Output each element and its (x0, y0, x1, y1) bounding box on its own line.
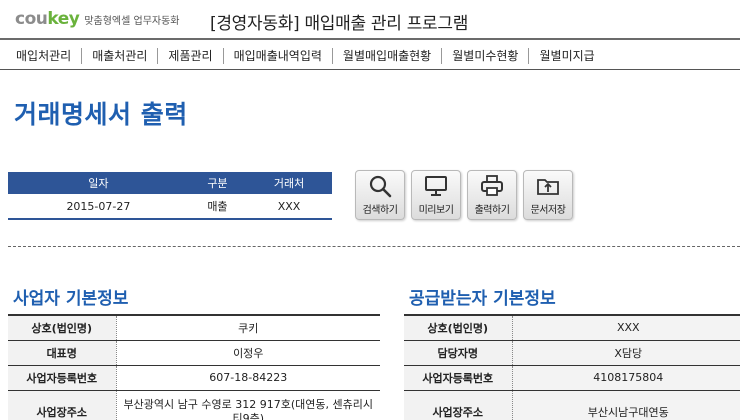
menu-item-sales-clients[interactable]: 매출처관리 (82, 47, 159, 64)
menu-item-transactions-input[interactable]: 매입매출내역입력 (224, 47, 333, 64)
menu-item-monthly-payables[interactable]: 월별미지급 (529, 48, 604, 64)
action-toolbar: 검색하기 미리보기 출력하기 문서저장 (355, 170, 573, 220)
print-button[interactable]: 출력하기 (467, 170, 517, 220)
search-icon (369, 175, 392, 198)
receiver-contact-value[interactable]: X담당 (512, 340, 740, 366)
save-document-button-label: 문서저장 (530, 205, 566, 216)
receiver-regno-label: 사업자등록번호 (404, 365, 513, 391)
printer-icon (481, 175, 503, 196)
filter-client-cell[interactable]: XXX (246, 194, 332, 220)
filter-header-date: 일자 (8, 172, 189, 194)
logo-co-text: cou (15, 9, 48, 29)
menu-item-monthly-receivables[interactable]: 월별미수현황 (442, 47, 530, 64)
supplier-address-label: 사업장주소 (8, 390, 117, 420)
filter-type-cell[interactable]: 매출 (188, 194, 247, 220)
monitor-icon (425, 176, 447, 196)
receiver-company-value[interactable]: XXX (512, 314, 740, 341)
menu-item-purchase-vendors[interactable]: 매입처관리 (16, 47, 83, 64)
receiver-company-label: 상호(법인명) (404, 314, 513, 341)
title-bar: cou key 맞춤형엑셀 업무자동화 [경영자동화] 매입매출 관리 프로그램 (0, 0, 740, 40)
folder-save-icon (537, 179, 559, 195)
receiver-info-table: 상호(법인명) XXX 담당자명 X담당 사업자등록번호 4108175804 … (404, 314, 740, 420)
receiver-address-value[interactable]: 부산시남구대연동 (512, 390, 740, 420)
section-divider (8, 246, 740, 247)
receiver-contact-label: 담당자명 (404, 340, 513, 366)
receiver-section-title: 공급받는자 기본정보 (409, 289, 556, 309)
filter-header-type: 구분 (188, 172, 247, 194)
preview-button-label: 미리보기 (418, 205, 454, 216)
menu-item-products[interactable]: 제품관리 (158, 47, 224, 64)
supplier-company-label: 상호(법인명) (8, 314, 117, 341)
menu-item-monthly-purchase-sales[interactable]: 월별매입매출현황 (333, 47, 443, 64)
logo-key-text: key (47, 9, 80, 29)
supplier-regno-value[interactable]: 607-18-84223 (116, 365, 380, 391)
receiver-address-label: 사업장주소 (404, 390, 513, 420)
logo-subtitle: 맞춤형엑셀 업무자동화 (84, 16, 180, 27)
supplier-ceo-value[interactable]: 이정우 (116, 340, 380, 366)
supplier-info-table: 상호(법인명) 쿠키 대표명 이정우 사업자등록번호 607-18-84223 … (8, 314, 380, 420)
filter-date-cell[interactable]: 2015-07-27 (8, 194, 189, 220)
coukey-logo: cou key 맞춤형엑셀 업무자동화 (15, 9, 180, 29)
main-menu: 매입처관리 매출처관리 제품관리 매입매출내역입력 월별매입매출현황 월별미수현… (0, 42, 740, 70)
receiver-regno-value[interactable]: 4108175804 (512, 365, 740, 391)
supplier-ceo-label: 대표명 (8, 340, 117, 366)
preview-button[interactable]: 미리보기 (411, 170, 461, 220)
save-document-button[interactable]: 문서저장 (523, 170, 573, 220)
supplier-address-value[interactable]: 부산광역시 남구 수영로 312 917호(대연동, 센츄리시티9층) (117, 398, 381, 420)
filter-header-client: 거래처 (246, 172, 332, 194)
filter-table: 일자 구분 거래처 2015-07-27 매출 XXX (8, 172, 332, 220)
page-title: 거래명세서 출력 (14, 100, 188, 129)
supplier-regno-label: 사업자등록번호 (8, 365, 117, 391)
print-button-label: 출력하기 (474, 205, 510, 216)
app-title: [경영자동화] 매입매출 관리 프로그램 (210, 14, 469, 34)
search-button-label: 검색하기 (362, 205, 398, 216)
supplier-section-title: 사업자 기본정보 (13, 289, 129, 309)
search-button[interactable]: 검색하기 (355, 170, 405, 220)
supplier-company-value[interactable]: 쿠키 (116, 314, 380, 341)
